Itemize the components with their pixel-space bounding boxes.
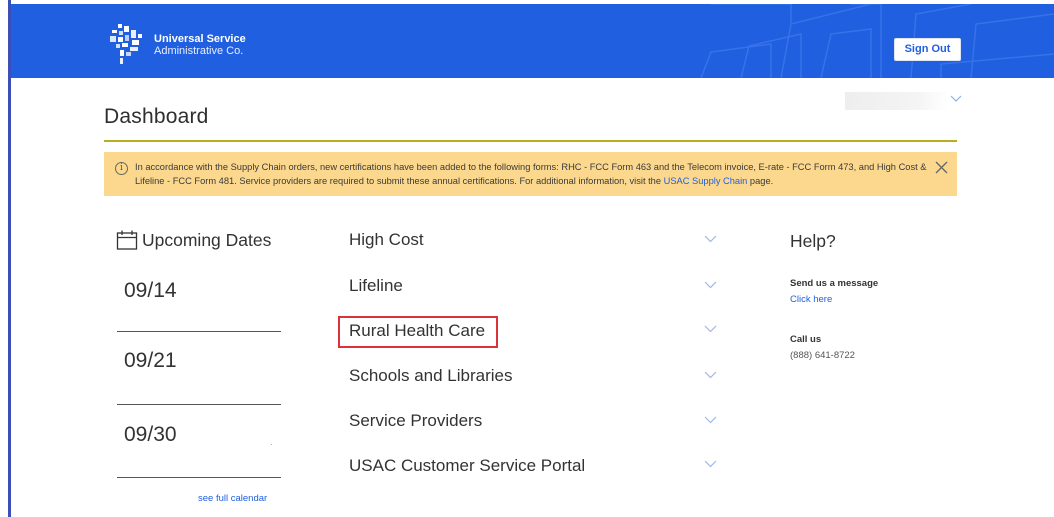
program-item-high-cost[interactable]: High Cost: [349, 230, 424, 250]
program-item-schools-and-libraries[interactable]: Schools and Libraries: [349, 366, 512, 386]
click-here-link[interactable]: Click here: [790, 294, 832, 305]
date-divider: [117, 477, 281, 478]
sign-out-button[interactable]: Sign Out: [894, 38, 961, 61]
info-circle-icon: i: [115, 162, 128, 175]
supply-chain-alert: i In accordance with the Supply Chain or…: [104, 152, 957, 196]
date-divider: [117, 404, 281, 405]
upcoming-date-item: 09/30: [124, 423, 177, 446]
help-title: Help?: [790, 231, 836, 251]
phone-number: (888) 641-8722: [790, 350, 855, 361]
chevron-down-icon[interactable]: [704, 235, 717, 243]
program-item-service-providers[interactable]: Service Providers: [349, 411, 482, 431]
date-marker: ·: [270, 440, 273, 449]
usac-logo-mark-icon: [110, 24, 142, 64]
date-divider: [117, 331, 281, 332]
upcoming-date-item: 09/21: [124, 349, 177, 372]
usac-logo[interactable]: Universal Service Administrative Co.: [106, 24, 246, 64]
send-message-label: Send us a message: [790, 278, 879, 289]
upcoming-date-item: 09/14: [124, 279, 177, 302]
upcoming-dates-title: Upcoming Dates: [142, 229, 272, 250]
chevron-down-icon[interactable]: [704, 325, 717, 333]
org-name-line1: Universal Service: [154, 33, 246, 45]
title-divider: [104, 140, 957, 142]
program-item-customer-service-portal[interactable]: USAC Customer Service Portal: [349, 456, 585, 476]
calendar-icon: [116, 230, 138, 250]
chevron-down-icon[interactable]: [704, 416, 717, 424]
close-icon[interactable]: [934, 160, 949, 175]
call-us-label: Call us: [790, 334, 822, 345]
org-name-line2: Administrative Co.: [154, 45, 244, 57]
upcoming-dates-header: Upcoming Dates: [116, 229, 271, 251]
alert-message: In accordance with the Supply Chain orde…: [135, 161, 935, 188]
chevron-down-icon[interactable]: [704, 460, 717, 468]
program-item-lifeline[interactable]: Lifeline: [349, 276, 403, 296]
chevron-down-icon[interactable]: [950, 95, 962, 103]
user-account-menu[interactable]: [845, 92, 948, 110]
see-full-calendar-link[interactable]: see full calendar: [198, 493, 267, 504]
alert-text-after-link: page.: [747, 175, 774, 186]
page-title: Dashboard: [104, 105, 209, 128]
top-header-bar: Universal Service Administrative Co. Sig…: [11, 4, 1054, 78]
chevron-down-icon[interactable]: [704, 371, 717, 379]
highlight-box-rural-health-care: [338, 316, 498, 348]
alert-text-before-link: In accordance with the Supply Chain orde…: [135, 162, 927, 186]
chevron-down-icon[interactable]: [704, 281, 717, 289]
usac-supply-chain-link[interactable]: USAC Supply Chain: [664, 176, 748, 186]
